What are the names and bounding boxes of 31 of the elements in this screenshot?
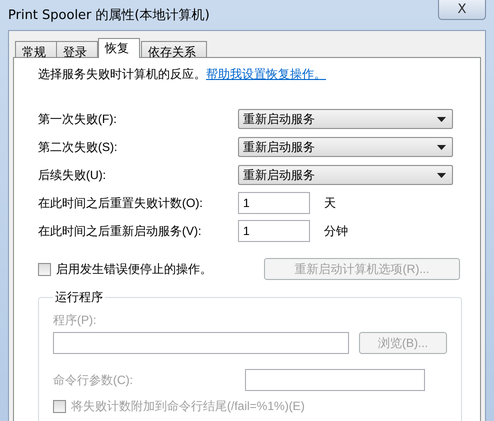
action-dropdown[interactable]: 重新启动服务 <box>238 137 453 157</box>
help-link[interactable]: 帮助我设置恢复操作。 <box>206 67 326 81</box>
tab[interactable]: 常规 <box>15 41 57 57</box>
window-title: Print Spooler 的属性(本地计算机) <box>8 7 210 24</box>
unit-label: 天 <box>324 194 336 212</box>
field-label: 第一次失败(F): <box>38 110 118 128</box>
action-dropdown[interactable]: 重新启动服务 <box>238 165 453 185</box>
tab[interactable]: 登录 <box>56 41 98 57</box>
close-button[interactable]: X <box>438 0 486 20</box>
input-field[interactable]: 1 <box>238 192 310 214</box>
field-label: 命令行参数(C): <box>53 372 134 388</box>
field-label: 程序(P): <box>53 312 98 329</box>
checkbox-label: 启用发生错误便停止的操作。 <box>56 260 212 278</box>
input-field[interactable]: 1 <box>238 220 310 242</box>
tab[interactable]: 恢复 <box>98 38 140 58</box>
program-field[interactable] <box>53 332 349 354</box>
checkbox[interactable] <box>38 262 51 276</box>
tab[interactable]: 依存关系 <box>141 41 207 57</box>
field-label: 第二次失败(S): <box>38 138 118 156</box>
parameters-field[interactable] <box>245 369 425 391</box>
group-title: 运行程序 <box>54 289 104 306</box>
field-label: 在此时间之后重新启动服务(V): <box>38 222 202 240</box>
caret-icon <box>437 116 446 122</box>
caret-icon <box>437 172 446 178</box>
caret-icon <box>437 144 446 150</box>
unit-label: 分钟 <box>324 222 348 240</box>
field-label: 后续失败(U): <box>38 166 107 184</box>
intro-text: 选择服务失败时计算机的反应。 <box>38 67 206 81</box>
checkbox-label: 将失败计数附加到命令行结尾(/fail=%1%)(E) <box>71 398 305 415</box>
field-label: 在此时间之后重置失败计数(O): <box>38 194 204 212</box>
action-dropdown[interactable]: 重新启动服务 <box>238 109 453 129</box>
